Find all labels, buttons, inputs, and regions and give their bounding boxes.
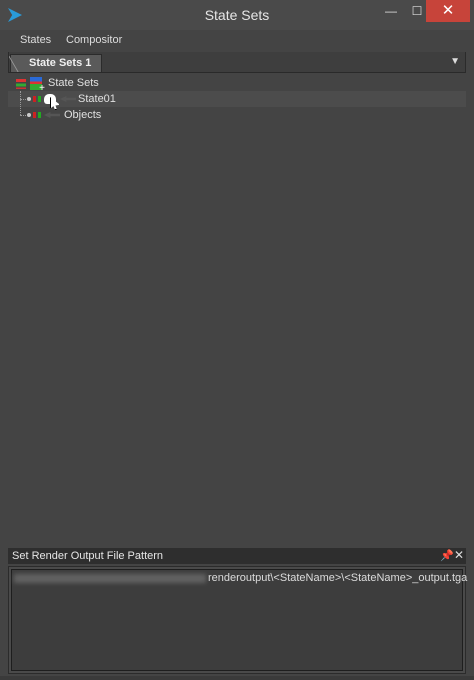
state01-label: State01 <box>78 93 116 105</box>
tree-row-objects[interactable]: Objects <box>8 107 466 123</box>
red-flag-icon <box>33 112 36 118</box>
state-sets-icon <box>16 79 26 89</box>
output-pattern-text: renderoutput\<StateName>\<StateName>_out… <box>208 572 468 584</box>
objects-label: Objects <box>64 109 102 121</box>
root-label: State Sets <box>48 77 99 89</box>
tree-row-state01[interactable]: State01 <box>8 91 466 115</box>
menu-states[interactable]: States <box>20 34 51 46</box>
tree-connector-h <box>20 115 26 116</box>
bulb-icon <box>27 97 31 101</box>
close-icon[interactable]: ✕ <box>426 0 470 22</box>
output-panel-header: Set Render Output File Pattern 📌 ✕ <box>8 548 466 564</box>
tab-bar: State Sets 1 ▼ <box>8 52 466 73</box>
tab-state-sets-1[interactable]: State Sets 1 <box>8 54 102 72</box>
tree-connector-h <box>20 99 26 100</box>
tab-label: State Sets 1 <box>29 57 92 69</box>
output-panel: renderoutput\<StateName>\<StateName>_out… <box>8 566 467 674</box>
arrow-icon <box>60 96 76 102</box>
panel-close-icon[interactable]: ✕ <box>454 548 464 562</box>
tree-row-root[interactable]: State Sets <box>8 75 466 94</box>
green-flag-icon <box>38 112 41 118</box>
output-pattern-field[interactable]: renderoutput\<StateName>\<StateName>_out… <box>11 569 467 671</box>
output-panel-title: Set Render Output File Pattern <box>12 550 164 562</box>
dropdown-icon[interactable]: ▼ <box>450 56 460 67</box>
green-flag-icon <box>38 96 41 102</box>
pin-icon[interactable]: 📌 <box>440 549 454 562</box>
bulb-icon <box>27 113 31 117</box>
redacted-path <box>14 574 206 583</box>
window-bottom-edge <box>0 676 474 680</box>
arrow-icon <box>44 112 60 118</box>
tree-panel[interactable]: State Sets State01 Objects <box>8 73 466 543</box>
red-flag-icon <box>33 96 36 102</box>
menu-compositor[interactable]: Compositor <box>66 34 122 46</box>
tab-slash-icon <box>8 56 31 72</box>
menu-bar: States Compositor <box>8 30 466 50</box>
state-icon <box>30 77 45 94</box>
title-bar: State Sets — ☐ ✕ <box>0 0 474 30</box>
